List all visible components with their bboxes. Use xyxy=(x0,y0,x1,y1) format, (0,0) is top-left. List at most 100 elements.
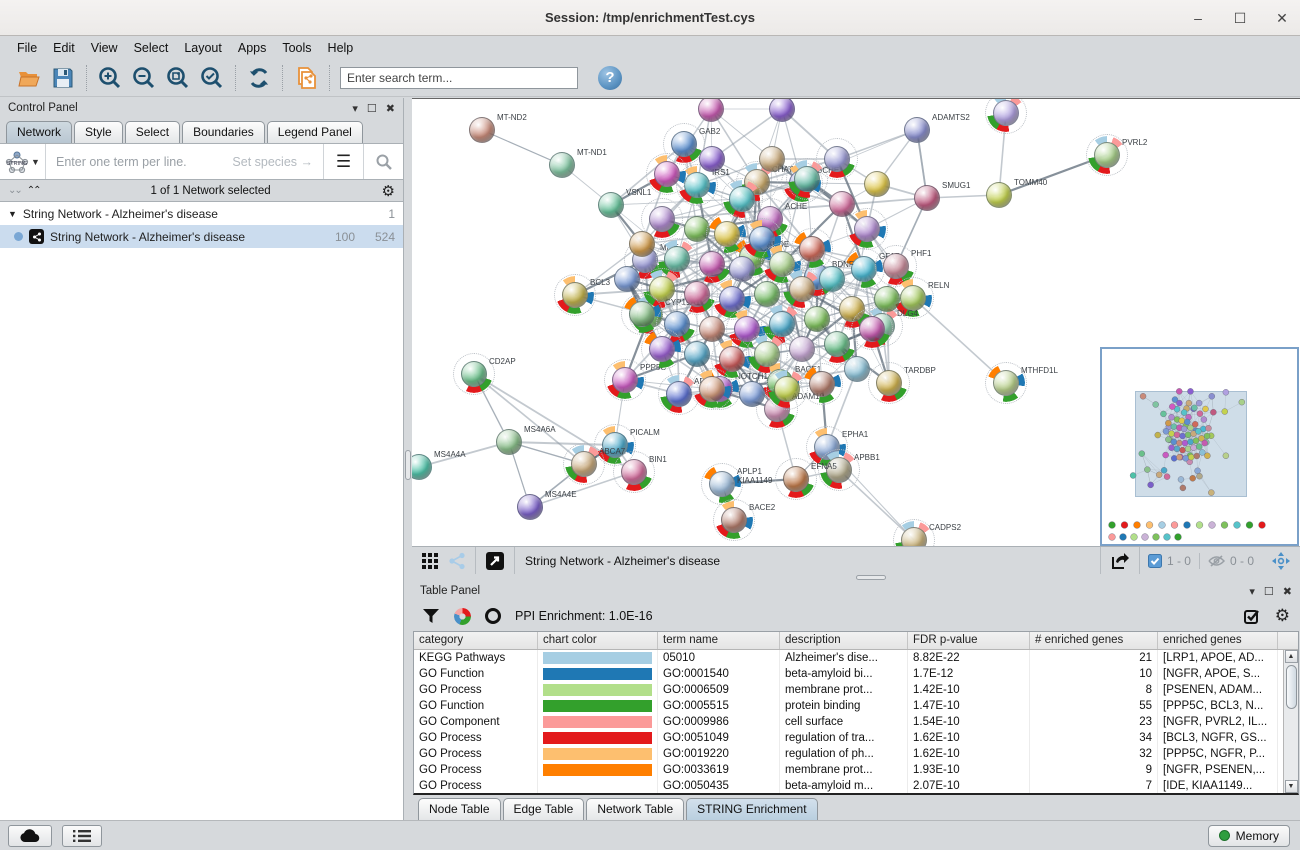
protein-node[interactable] xyxy=(774,376,800,402)
table-row[interactable]: GO ProcessGO:0019220regulation of ph...1… xyxy=(414,746,1298,762)
close-button[interactable]: ✕ xyxy=(1274,10,1290,27)
protein-node[interactable] xyxy=(864,171,890,197)
select-all-icon[interactable] xyxy=(1244,608,1261,625)
protein-node-aplp1[interactable] xyxy=(709,471,735,497)
scroll-down-icon[interactable]: ▼ xyxy=(1285,780,1298,793)
cloud-button[interactable] xyxy=(8,825,52,847)
table-row[interactable]: GO ProcessGO:0033619membrane prot...1.93… xyxy=(414,762,1298,778)
table-scrollbar[interactable]: ▲ ▼ xyxy=(1283,650,1298,793)
protein-node-ppp5c[interactable] xyxy=(612,367,638,393)
protein-node-cadps2[interactable] xyxy=(901,527,927,546)
column-header--enriched-genes[interactable]: # enriched genes xyxy=(1030,632,1158,649)
filter-icon[interactable] xyxy=(422,607,440,625)
protein-node[interactable] xyxy=(699,146,725,172)
network-canvas[interactable]: MT-ND2MT-ND1VSNL1GAB2IRS1CHATBCHEACHEAPO… xyxy=(412,98,1300,546)
column-header-term-name[interactable]: term name xyxy=(658,632,780,649)
panel-float-icon[interactable]: ☐ xyxy=(1264,585,1274,598)
protein-node-pvrl2[interactable] xyxy=(1094,142,1120,168)
protein-node[interactable] xyxy=(654,161,680,187)
zoom-out-icon[interactable] xyxy=(131,65,157,91)
menu-view[interactable]: View xyxy=(84,39,125,57)
protein-node-reln[interactable] xyxy=(900,285,926,311)
ring-chart-icon[interactable] xyxy=(485,608,501,624)
protein-node-gfap[interactable] xyxy=(851,256,877,282)
protein-node[interactable] xyxy=(799,236,825,262)
share-view-icon[interactable] xyxy=(448,552,475,570)
tab-style[interactable]: Style xyxy=(74,121,123,143)
grid-view-icon[interactable] xyxy=(412,552,448,570)
zoom-fit-icon[interactable] xyxy=(165,65,191,91)
table-row[interactable]: GO ProcessGO:0051049regulation of tra...… xyxy=(414,730,1298,746)
tab-node-table[interactable]: Node Table xyxy=(418,798,501,820)
protein-node[interactable] xyxy=(629,231,655,257)
string-query-input[interactable]: Enter one term per line. Set species → xyxy=(46,155,323,169)
protein-node[interactable] xyxy=(649,336,675,362)
protein-node[interactable] xyxy=(684,341,710,367)
protein-node-mt-nd2[interactable] xyxy=(469,117,495,143)
menu-tools[interactable]: Tools xyxy=(275,39,318,57)
menu-apps[interactable]: Apps xyxy=(231,39,274,57)
protein-node-vsnl1[interactable] xyxy=(598,192,624,218)
table-row[interactable]: GO ProcessGO:0006509membrane prot...1.42… xyxy=(414,682,1298,698)
protein-node[interactable] xyxy=(739,381,765,407)
protein-node[interactable] xyxy=(993,100,1019,126)
protein-node[interactable] xyxy=(789,276,815,302)
divider-grip[interactable] xyxy=(405,450,411,480)
panel-float-icon[interactable]: ☐ xyxy=(367,102,377,115)
memory-button[interactable]: Memory xyxy=(1208,825,1290,847)
tab-select[interactable]: Select xyxy=(125,121,180,143)
network-options-gear-icon[interactable]: ⚙ xyxy=(382,182,395,200)
protein-node[interactable] xyxy=(809,371,835,397)
protein-node[interactable] xyxy=(824,146,850,172)
protein-node[interactable] xyxy=(699,316,725,342)
menu-select[interactable]: Select xyxy=(127,39,176,57)
protein-node-tomm40[interactable] xyxy=(986,182,1012,208)
protein-node[interactable] xyxy=(699,376,725,402)
string-protein-query-icon[interactable]: STRING ▼ xyxy=(0,144,46,179)
protein-node[interactable] xyxy=(719,346,745,372)
protein-node-mt-nd1[interactable] xyxy=(549,152,575,178)
protein-node[interactable] xyxy=(754,341,780,367)
protein-node[interactable] xyxy=(844,356,870,382)
column-header-chart-color[interactable]: chart color xyxy=(538,632,658,649)
protein-node-mthfd1l[interactable] xyxy=(993,370,1019,396)
menu-edit[interactable]: Edit xyxy=(46,39,82,57)
menu-help[interactable]: Help xyxy=(321,39,361,57)
tab-string-enrichment[interactable]: STRING Enrichment xyxy=(686,798,817,820)
donut-chart-icon[interactable] xyxy=(454,608,471,625)
protein-node[interactable] xyxy=(614,266,640,292)
network-row[interactable]: String Network - Alzheimer's disease 100… xyxy=(0,225,403,248)
save-session-icon[interactable] xyxy=(50,65,76,91)
protein-node-bcl3[interactable] xyxy=(562,282,588,308)
protein-node-ms4a6a[interactable] xyxy=(496,429,522,455)
protein-node-abca7[interactable] xyxy=(571,451,597,477)
maximize-button[interactable]: ☐ xyxy=(1232,10,1248,27)
menu-file[interactable]: File xyxy=(10,39,44,57)
protein-node[interactable] xyxy=(829,191,855,217)
tab-network-table[interactable]: Network Table xyxy=(586,798,684,820)
scrollbar-thumb[interactable] xyxy=(1286,665,1297,709)
tab-network[interactable]: Network xyxy=(6,121,72,143)
protein-node[interactable] xyxy=(874,286,900,312)
protein-node[interactable] xyxy=(729,186,755,212)
protein-node[interactable] xyxy=(759,146,785,172)
pan-tool-icon[interactable] xyxy=(1262,551,1300,571)
string-options-icon[interactable]: ☰ xyxy=(323,144,363,179)
panel-divider[interactable] xyxy=(404,98,412,820)
protein-node-aph1a[interactable] xyxy=(666,381,692,407)
protein-node[interactable] xyxy=(789,336,815,362)
protein-node-bin1[interactable] xyxy=(621,459,647,485)
protein-node[interactable] xyxy=(629,301,655,327)
protein-node[interactable] xyxy=(649,206,675,232)
minimize-button[interactable]: – xyxy=(1190,10,1206,26)
table-row[interactable]: GO ProcessGO:0050435beta-amyloid m...2.0… xyxy=(414,778,1298,794)
clone-network-icon[interactable] xyxy=(293,65,319,91)
panel-divider-horizontal[interactable] xyxy=(412,574,1300,581)
protein-node-bace2[interactable] xyxy=(721,507,747,533)
zoom-in-icon[interactable] xyxy=(97,65,123,91)
protein-node[interactable] xyxy=(819,266,845,292)
protein-node-adamts2[interactable] xyxy=(904,117,930,143)
tab-edge-table[interactable]: Edge Table xyxy=(503,798,585,820)
panel-close-icon[interactable]: ✖ xyxy=(1283,585,1292,598)
export-network-icon[interactable] xyxy=(1101,551,1139,571)
